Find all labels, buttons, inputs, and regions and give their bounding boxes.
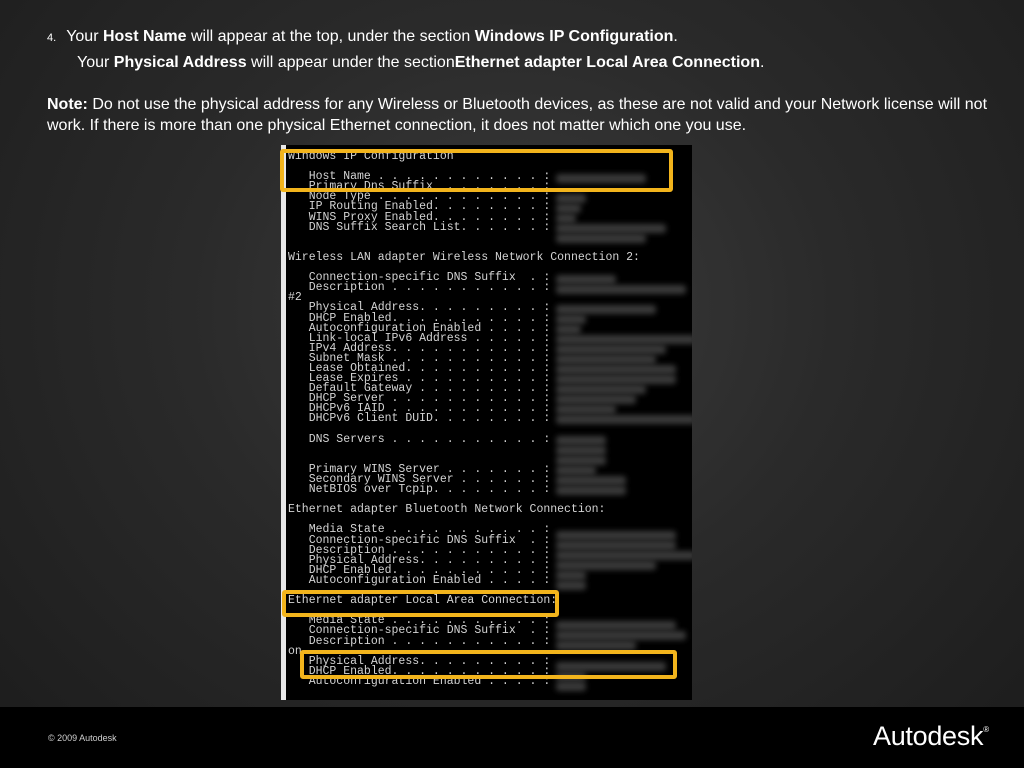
copyright-text: © 2009 Autodesk: [48, 733, 117, 743]
redacted-values: [548, 145, 692, 700]
host-name-term: Host Name: [102, 28, 187, 45]
physical-address-term: Physical Address: [113, 54, 247, 71]
line1-pre: Your: [66, 28, 103, 45]
instruction-line-host-name: 4. Your Host Name will appear at the top,…: [47, 27, 678, 48]
registered-mark: ®: [983, 725, 989, 734]
instruction-line-physical-address: Your Physical Address will appear under …: [77, 53, 764, 73]
ethernet-adapter-highlight: [282, 590, 559, 617]
footer-bar: [0, 707, 1024, 768]
note-label: Note:: [47, 96, 88, 113]
autodesk-logo: Autodesk®: [873, 721, 989, 752]
logo-text: Autodesk: [873, 721, 984, 751]
line2-post: .: [759, 54, 765, 71]
physical-address-highlight: [300, 650, 677, 679]
ethernet-adapter-term: Ethernet adapter Local Area Connection: [454, 54, 760, 71]
note-text: Do not use the physical address for any …: [47, 96, 988, 134]
line1-mid: will appear at the top, under the sectio…: [186, 28, 475, 45]
line2-mid: will appear under the section: [246, 54, 455, 71]
line1-post: .: [673, 28, 678, 45]
line2-pre: Your: [77, 54, 114, 71]
windows-ip-config-term: Windows IP Configuration: [474, 28, 674, 45]
note-paragraph: Note: Do not use the physical address fo…: [47, 94, 987, 136]
step-number: 4.: [47, 32, 57, 44]
host-name-highlight: [280, 149, 673, 192]
